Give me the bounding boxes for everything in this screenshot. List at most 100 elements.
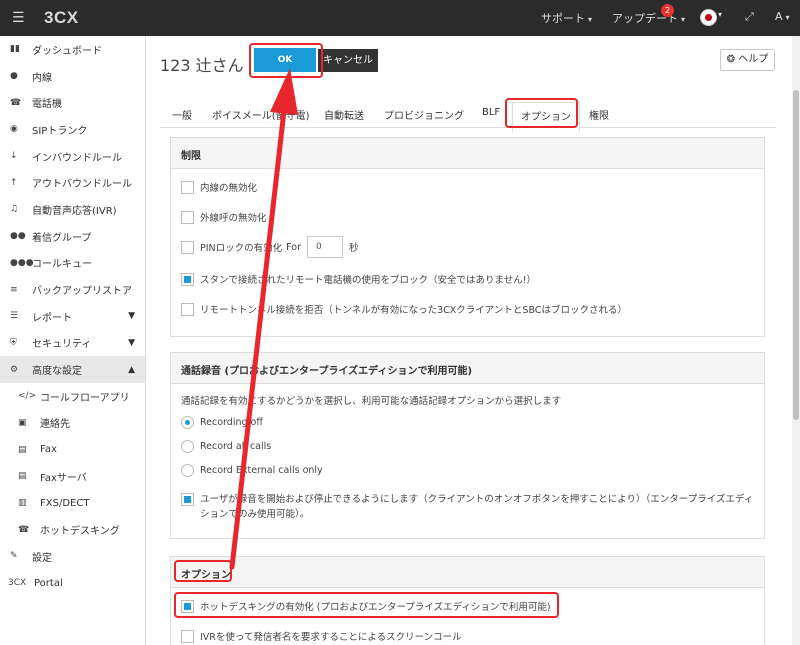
updates-menu[interactable]: アップデート ▾: [612, 10, 685, 26]
reject-tunnel-row[interactable]: リモートトンネル接続を拒否（トンネルが有効になった3CXクライアントとSBCはブ…: [181, 302, 627, 316]
headset-icon: ♫: [10, 204, 19, 215]
sidebar-item-hot-desking[interactable]: ☎ ホットデスキング: [0, 516, 145, 543]
fxs-icon: ▥: [18, 498, 27, 509]
phone-icon: ☎: [10, 97, 22, 108]
3cx-portal-icon: 3CX: [8, 578, 27, 589]
sidebar-item-contacts[interactable]: ▣ 連絡先: [0, 410, 145, 437]
recording-option-all[interactable]: Record all calls: [181, 440, 271, 453]
database-icon: ≡: [10, 284, 18, 295]
fullscreen-icon[interactable]: ⤢: [745, 10, 754, 24]
options-title-highlight: [174, 560, 232, 582]
recording-panel: 通話録音 (プロおよびエンタープライズエディションで利用可能) 通話記録を有効に…: [170, 352, 765, 539]
restrictions-title: 制限: [171, 138, 764, 169]
contact-icon: ▣: [18, 417, 27, 428]
sidebar-item-ring-groups[interactable]: ●● 着信グループ: [0, 223, 145, 250]
block-stun-checkbox[interactable]: [181, 272, 194, 286]
page-scrollbar[interactable]: [792, 36, 800, 645]
record-external-radio[interactable]: [181, 464, 194, 477]
user-recording-control-row[interactable]: ユーザが録音を開始および停止できるようにします（クライアントのオンオフボタンを押…: [181, 492, 753, 522]
tab-general[interactable]: 一般: [172, 107, 192, 122]
sidebar-item-call-queues[interactable]: ●●● コールキュー: [0, 250, 145, 277]
sidebar-item-settings[interactable]: ✎ 設定: [0, 543, 145, 570]
tab-voicemail[interactable]: ボイスメール(留守電): [212, 107, 310, 122]
user-recording-control-checkbox[interactable]: [181, 493, 194, 506]
code-icon: </>: [18, 391, 37, 402]
queue-icon: ●●●: [10, 257, 34, 268]
hamburger-menu-icon[interactable]: ☰: [12, 10, 25, 26]
sidebar-item-inbound-rules[interactable]: ↓ インバウンドルール: [0, 143, 145, 170]
sidebar-item-security[interactable]: ⛨ セキュリティ ▼: [0, 330, 145, 357]
hotdesk-icon: ☎: [18, 524, 30, 535]
sidebar-item-extensions[interactable]: ● 内線: [0, 63, 145, 90]
tab-forwarding[interactable]: 自動転送: [324, 107, 364, 122]
options-title: オプション: [171, 557, 764, 588]
sidebar: ▮▮ ダッシュボード ● 内線 ☎ 電話機 ◉ SIPトランク ↓ インバウンドルール ↑…: [0, 36, 146, 645]
restrictions-panel: 制限 内線の無効化 外線呼の無効化 PINロックの有効化 For 0 秒 スタンで接続…: [170, 137, 765, 337]
tab-provisioning[interactable]: プロビジョニング: [384, 107, 464, 122]
sidebar-item-advanced[interactable]: ⚙ 高度な設定 ▲: [0, 356, 145, 383]
sidebar-item-backup-restore[interactable]: ≡ バックアップリストア: [0, 276, 145, 303]
reject-tunnel-checkbox[interactable]: [181, 302, 194, 316]
cancel-button[interactable]: キャンセル: [318, 49, 378, 72]
pin-lock-checkbox[interactable]: [181, 240, 194, 254]
list-icon: ☰: [10, 311, 19, 322]
arrow-down-icon: ↓: [10, 151, 18, 162]
gear-icon: ⚙: [10, 364, 19, 375]
disable-extension-checkbox[interactable]: [181, 180, 194, 194]
ivr-screen-row[interactable]: IVRを使って発信者名を要求することによるスクリーンコール: [181, 629, 462, 643]
pin-timeout-input[interactable]: 0: [306, 236, 343, 258]
tab-rights[interactable]: 権限: [589, 107, 609, 122]
bar-chart-icon: ▮▮: [10, 44, 20, 55]
shield-icon: ⛨: [10, 337, 17, 348]
chevron-down-icon: ▼: [128, 337, 135, 348]
sidebar-item-fax-server[interactable]: ▤ Faxサーバ: [0, 463, 145, 490]
sidebar-item-ivr[interactable]: ♫ 自動音声応答(IVR): [0, 196, 145, 223]
user-icon: ●: [10, 71, 18, 82]
sidebar-item-outbound-rules[interactable]: ↑ アウトバウンドルール: [0, 169, 145, 196]
update-count-badge: 2: [661, 4, 674, 17]
page-title: 123 辻さん: [160, 56, 244, 75]
pin-lock-row[interactable]: PINロックの有効化 For 0 秒: [181, 236, 359, 258]
disable-outbound-checkbox[interactable]: [181, 210, 194, 224]
options-tab-highlight: [505, 98, 578, 128]
sidebar-item-fxs-dect[interactable]: ▥ FXS/DECT: [0, 490, 145, 517]
tab-blf[interactable]: BLF: [482, 107, 500, 118]
chevron-up-icon: ▲: [128, 364, 135, 375]
hotdesk-highlight: [174, 592, 559, 618]
sidebar-item-call-flow-apps[interactable]: </> コールフローアプリ: [0, 383, 145, 410]
sidebar-item-portal[interactable]: 3CX Portal: [0, 570, 145, 597]
help-button[interactable]: ❂ ヘルプ: [720, 49, 775, 71]
ivr-screen-checkbox[interactable]: [181, 629, 194, 643]
recording-option-off[interactable]: Recording off: [181, 416, 263, 429]
disable-outbound-row[interactable]: 外線呼の無効化: [181, 210, 267, 224]
top-bar: ☰ 3CX サポート ▾ アップデート ▾ 2 ▾ ⤢ A ▾: [0, 0, 800, 36]
sidebar-item-dashboard[interactable]: ▮▮ ダッシュボード: [0, 36, 145, 63]
sidebar-item-reports[interactable]: ☰ レポート ▼: [0, 303, 145, 330]
scrollbar-thumb[interactable]: [793, 90, 799, 420]
recording-option-external[interactable]: Record External calls only: [181, 464, 323, 477]
sidebar-item-fax[interactable]: ▤ Fax: [0, 436, 145, 463]
recording-off-radio[interactable]: [181, 416, 194, 429]
globe-icon: ◉: [10, 124, 18, 135]
group-icon: ●●: [10, 231, 26, 242]
recording-description: 通話記録を有効にするかどうかを選択し、利用可能な通話記録オプションから選択します: [181, 396, 562, 407]
ok-button-highlight: [249, 43, 323, 78]
sidebar-item-sip-trunks[interactable]: ◉ SIPトランク: [0, 116, 145, 143]
user-menu[interactable]: A ▾: [775, 10, 790, 23]
fax-server-icon: ▤: [18, 471, 27, 482]
3cx-logo: 3CX: [44, 8, 79, 27]
chevron-down-icon: ▼: [128, 311, 135, 322]
language-chevron-icon[interactable]: ▾: [718, 10, 722, 19]
block-stun-row[interactable]: スタンで接続されたリモート電話機の使用をブロック（安全ではありません!）: [181, 272, 536, 286]
sidebar-item-phones[interactable]: ☎ 電話機: [0, 89, 145, 116]
arrow-up-icon: ↑: [10, 177, 18, 188]
recording-title: 通話録音 (プロおよびエンタープライズエディションで利用可能): [171, 353, 764, 384]
fax-icon: ▤: [18, 444, 27, 455]
tab-bar: 一般 ボイスメール(留守電) 自動転送 プロビジョニング BLF オプション 権…: [160, 100, 776, 132]
japan-flag-icon[interactable]: [700, 9, 717, 26]
record-all-radio[interactable]: [181, 440, 194, 453]
support-menu[interactable]: サポート ▾: [541, 10, 592, 26]
disable-extension-row[interactable]: 内線の無効化: [181, 180, 257, 194]
help-icon: ❂: [726, 54, 736, 65]
wrench-icon: ✎: [10, 551, 18, 562]
